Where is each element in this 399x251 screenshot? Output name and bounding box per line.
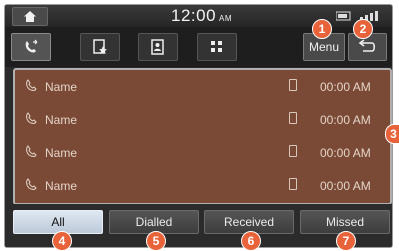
favorites-icon [93,39,107,54]
call-time: 00:00 AM [320,80,371,94]
tab-call-history[interactable] [11,33,51,61]
toolbar: Menu [5,27,392,67]
tab-keypad[interactable] [197,33,237,61]
callout-3: 3 [385,124,399,144]
call-time: 00:00 AM [320,113,371,127]
keypad-icon [211,41,222,52]
tab-favorites[interactable] [80,33,120,61]
phone-icon [26,79,37,91]
clock-time: 12:00 [171,6,217,25]
tab-contacts[interactable] [138,33,178,61]
device-icon [289,145,297,157]
clock: 12:00 AM [171,6,232,26]
home-button[interactable] [12,7,48,26]
device-icon [289,79,297,91]
phone-icon [26,178,37,190]
call-history-icon [25,39,38,53]
device-icon [289,178,297,190]
call-history-list: Name 00:00 AM Name 00:00 AM Name 00:00 A… [13,68,392,205]
contact-name: Name [45,179,78,193]
callout-2: 2 [353,19,373,39]
contact-name: Name [45,146,78,160]
call-list-item[interactable]: Name 00:00 AM [15,103,390,136]
callout-1: 1 [312,19,332,39]
call-list-item[interactable]: Name 00:00 AM [15,70,390,103]
callout-5: 5 [146,231,166,251]
call-time: 00:00 AM [320,146,371,160]
home-icon [24,11,36,22]
call-list-item[interactable]: Name 00:00 AM [15,169,390,202]
callout-4: 4 [52,231,72,251]
filter-all-button[interactable]: All [13,210,103,234]
phone-icon [26,112,37,124]
clock-ampm: AM [219,14,233,23]
contact-name: Name [45,80,78,94]
phone-icon [26,145,37,157]
phone-screen: 12:00 AM Menu Name 00:00 AM Name 00:00 A… [4,4,393,248]
callout-7: 7 [336,231,356,251]
contact-name: Name [45,113,78,127]
device-icon [289,112,297,124]
callout-6: 6 [241,231,261,251]
status-bar: 12:00 AM [5,5,392,27]
contacts-icon [151,39,164,55]
call-time: 00:00 AM [320,179,371,193]
call-list-item[interactable]: Name 00:00 AM [15,136,390,169]
